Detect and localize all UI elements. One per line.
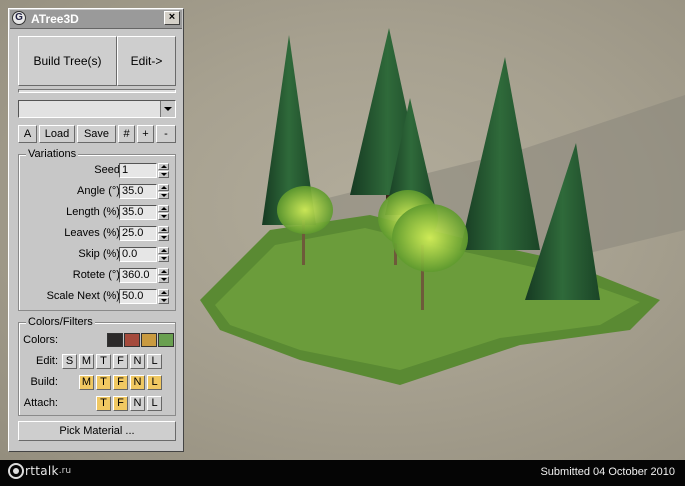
spinner-down-icon[interactable] — [158, 213, 169, 220]
angle-row: Angle (°): 35.0 — [19, 184, 177, 200]
app-icon: G — [12, 11, 26, 25]
close-button[interactable]: × — [164, 11, 180, 25]
field-label: Rotete (°): — [72, 269, 123, 281]
edit-m-toggle[interactable]: M — [79, 354, 94, 369]
field-label: Skip (%): — [78, 248, 123, 260]
preset-dropdown[interactable] — [18, 100, 176, 118]
spinner-up-icon[interactable] — [158, 226, 169, 233]
length-row: Length (%): 35.0 — [19, 205, 177, 221]
seed-input[interactable]: 1 — [119, 163, 157, 178]
spinner-up-icon[interactable] — [158, 247, 169, 254]
build-t-toggle[interactable]: T — [96, 375, 111, 390]
spinner-up-icon[interactable] — [158, 289, 169, 296]
edit-f-toggle[interactable]: F — [113, 354, 128, 369]
variations-group: Variations Seed: 1 Angle (°): 35.0 Lengt… — [18, 148, 177, 311]
spinner-down-icon[interactable] — [158, 234, 169, 241]
spinner-up-icon[interactable] — [158, 268, 169, 275]
scale-next-row: Scale Next (%): 50.0 — [19, 289, 177, 305]
progress-bar — [18, 89, 176, 93]
scale-next-input[interactable]: 50.0 — [119, 289, 157, 304]
field-label: Length (%): — [66, 206, 123, 218]
spinner-up-icon[interactable] — [158, 205, 169, 212]
a-button[interactable]: A — [18, 125, 37, 143]
submitted-date: Submitted 04 October 2010 — [540, 466, 675, 478]
attach-label: Attach: — [23, 397, 58, 409]
color-swatch-3[interactable] — [141, 333, 157, 347]
color-swatch-1[interactable] — [107, 333, 123, 347]
build-l-toggle[interactable]: L — [147, 375, 162, 390]
footer-bar: rttalk.ru Submitted 04 October 2010 — [0, 460, 685, 486]
rotete-input[interactable]: 360.0 — [119, 268, 157, 283]
hash-button[interactable]: # — [118, 125, 135, 143]
attach-l-toggle[interactable]: L — [147, 396, 162, 411]
spinner-down-icon[interactable] — [158, 171, 169, 178]
spinner[interactable] — [158, 268, 169, 283]
chevron-down-icon[interactable] — [160, 101, 175, 117]
pick-material-button[interactable]: Pick Material ... — [18, 421, 176, 441]
logo-tld: .ru — [58, 466, 72, 476]
spinner-down-icon[interactable] — [158, 255, 169, 262]
plus-button[interactable]: + — [137, 125, 154, 143]
skip-row: Skip (%): 0.0 — [19, 247, 177, 263]
field-label: Leaves (%): — [64, 227, 123, 239]
edit-n-toggle[interactable]: N — [130, 354, 145, 369]
field-label: Scale Next (%): — [46, 290, 123, 302]
angle-input[interactable]: 35.0 — [119, 184, 157, 199]
site-logo[interactable]: rttalk.ru — [8, 463, 71, 483]
rotete-row: Rotete (°): 360.0 — [19, 268, 177, 284]
leaves-input[interactable]: 25.0 — [119, 226, 157, 241]
edit-button[interactable]: Edit-> — [117, 36, 176, 86]
colors-label: Colors: — [23, 334, 58, 346]
build-m-toggle[interactable]: M — [79, 375, 94, 390]
spinner[interactable] — [158, 163, 169, 178]
leaves-row: Leaves (%): 25.0 — [19, 226, 177, 242]
build-trees-button[interactable]: Build Tree(s) — [18, 36, 117, 86]
spinner-up-icon[interactable] — [158, 184, 169, 191]
color-swatch-2[interactable] — [124, 333, 140, 347]
edit-s-toggle[interactable]: S — [62, 354, 77, 369]
build-n-toggle[interactable]: N — [130, 375, 145, 390]
attach-t-toggle[interactable]: T — [96, 396, 111, 411]
attach-f-toggle[interactable]: F — [113, 396, 128, 411]
load-button[interactable]: Load — [39, 125, 75, 143]
seed-row: Seed: 1 — [19, 163, 177, 179]
spinner-up-icon[interactable] — [158, 163, 169, 170]
spinner[interactable] — [158, 205, 169, 220]
spinner[interactable] — [158, 226, 169, 241]
edit-l-toggle[interactable]: L — [147, 354, 162, 369]
colors-filters-group: Colors/Filters Colors: Edit: S M T F N L… — [18, 316, 176, 416]
build-label: Build: — [30, 376, 58, 388]
field-label: Angle (°): — [77, 185, 123, 197]
minus-button[interactable]: - — [156, 125, 176, 143]
logo-ring-icon — [8, 463, 24, 479]
spinner-down-icon[interactable] — [158, 192, 169, 199]
color-swatch-4[interactable] — [158, 333, 174, 347]
length-input[interactable]: 35.0 — [119, 205, 157, 220]
spinner[interactable] — [158, 184, 169, 199]
edit-t-toggle[interactable]: T — [96, 354, 111, 369]
build-f-toggle[interactable]: F — [113, 375, 128, 390]
edit-label: Edit: — [35, 355, 58, 367]
spinner-down-icon[interactable] — [158, 276, 169, 283]
title-bar[interactable]: G ATree3D × — [10, 10, 182, 29]
atree3d-panel: G ATree3D × Build Tree(s) Edit-> A Load … — [8, 8, 184, 452]
spinner[interactable] — [158, 247, 169, 262]
window-title: ATree3D — [31, 12, 79, 26]
spinner-down-icon[interactable] — [158, 297, 169, 304]
attach-n-toggle[interactable]: N — [130, 396, 145, 411]
spinner[interactable] — [158, 289, 169, 304]
skip-input[interactable]: 0.0 — [119, 247, 157, 262]
variations-title: Variations — [26, 148, 79, 160]
save-button[interactable]: Save — [77, 125, 116, 143]
colors-filters-title: Colors/Filters — [26, 316, 95, 328]
logo-text: rttalk — [25, 464, 59, 478]
